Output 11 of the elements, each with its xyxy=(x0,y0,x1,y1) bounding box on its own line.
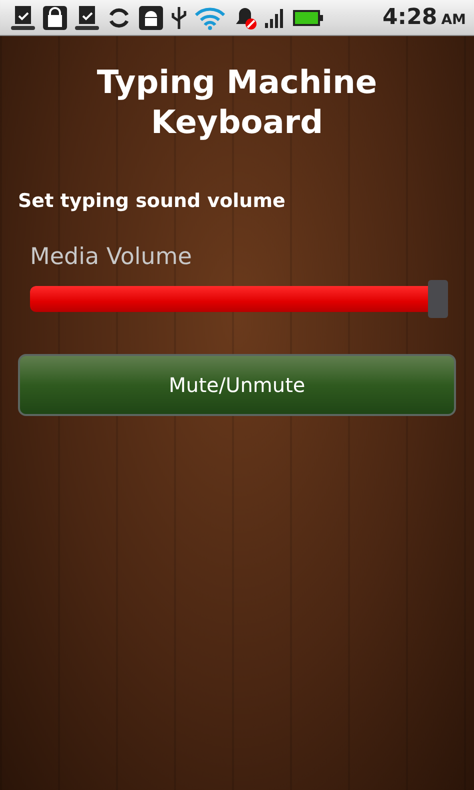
clock-time: 4:28 xyxy=(382,5,438,30)
slider-thumb[interactable] xyxy=(428,280,448,318)
app-title: Typing Machine Keyboard xyxy=(96,62,378,142)
slider-label: Media Volume xyxy=(30,244,193,270)
usb-icon xyxy=(170,4,188,30)
download-done-icon xyxy=(74,4,100,30)
section-label: Set typing sound volume xyxy=(18,190,286,212)
clock-period: AM xyxy=(441,12,466,28)
volume-slider[interactable] xyxy=(30,280,448,318)
mute-unmute-button[interactable]: Mute/Unmute xyxy=(18,354,456,416)
download-done-icon xyxy=(10,4,36,30)
